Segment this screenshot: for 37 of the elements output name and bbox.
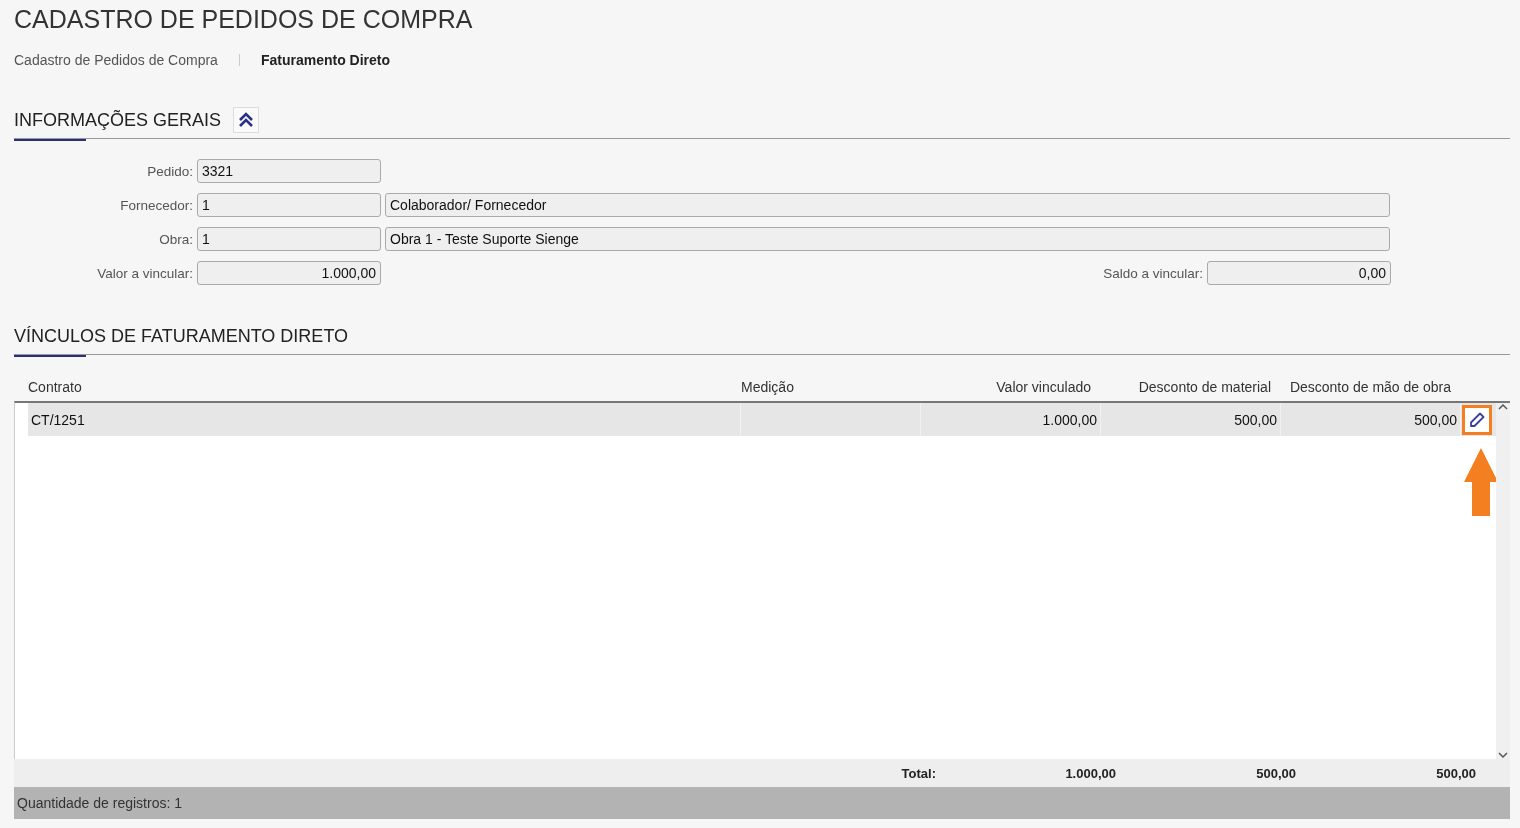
input-field[interactable]: 1 <box>197 193 381 217</box>
pencil-icon <box>1468 410 1486 429</box>
field-label: Valor a vincular: <box>96 265 194 281</box>
input-field[interactable]: 1.000,00 <box>197 261 381 285</box>
column-header: Desconto de mão de obra <box>1288 378 1452 397</box>
column-header: Valor vinculado <box>995 378 1092 397</box>
total-value: 1.000,00 <box>1064 764 1117 783</box>
breadcrumb-link[interactable]: Faturamento Direto <box>260 52 391 68</box>
table-cell: 500,00 <box>1281 403 1461 436</box>
page-title: CADASTRO DE PEDIDOS DE COMPRA <box>14 4 474 34</box>
input-field[interactable]: 1 <box>197 227 381 251</box>
column-header: Desconto de material <box>1137 378 1272 397</box>
field-label: Saldo a vincular: <box>1103 265 1204 281</box>
field-label: Obra: <box>158 231 194 247</box>
total-label: Total: <box>900 764 937 783</box>
field-label: Fornecedor: <box>119 197 194 213</box>
table-cell: 500,00 <box>1101 403 1281 436</box>
section-title: VÍNCULOS DE FATURAMENTO DIRETO <box>14 325 349 347</box>
scroll-up-icon[interactable] <box>1498 403 1508 411</box>
collapse-button[interactable] <box>233 107 260 133</box>
pointer-arrow <box>1464 448 1498 516</box>
column-header: Medição <box>741 378 795 397</box>
total-value: 500,00 <box>1255 764 1297 783</box>
input-field[interactable]: Obra 1 - Teste Suporte Sienge <box>385 227 1390 251</box>
table-cell: 1.000,00 <box>921 403 1101 436</box>
input-field[interactable]: 3321 <box>197 159 381 183</box>
section-title: INFORMAÇÕES GERAIS <box>14 109 222 131</box>
input-field[interactable]: Colaborador/ Fornecedor <box>385 193 1390 217</box>
edit-button[interactable] <box>1462 404 1492 435</box>
record-count: Quantidade de registros: 1 <box>14 787 1510 819</box>
field-label: Pedido: <box>146 163 194 179</box>
scroll-down-icon[interactable] <box>1498 751 1508 759</box>
input-field[interactable]: 0,00 <box>1207 261 1391 285</box>
column-header: Contrato <box>28 378 83 397</box>
breadcrumb-link[interactable]: Cadastro de Pedidos de Compra <box>14 52 218 68</box>
table-cell: CT/1251 <box>28 403 741 436</box>
total-value: 500,00 <box>1435 764 1477 783</box>
